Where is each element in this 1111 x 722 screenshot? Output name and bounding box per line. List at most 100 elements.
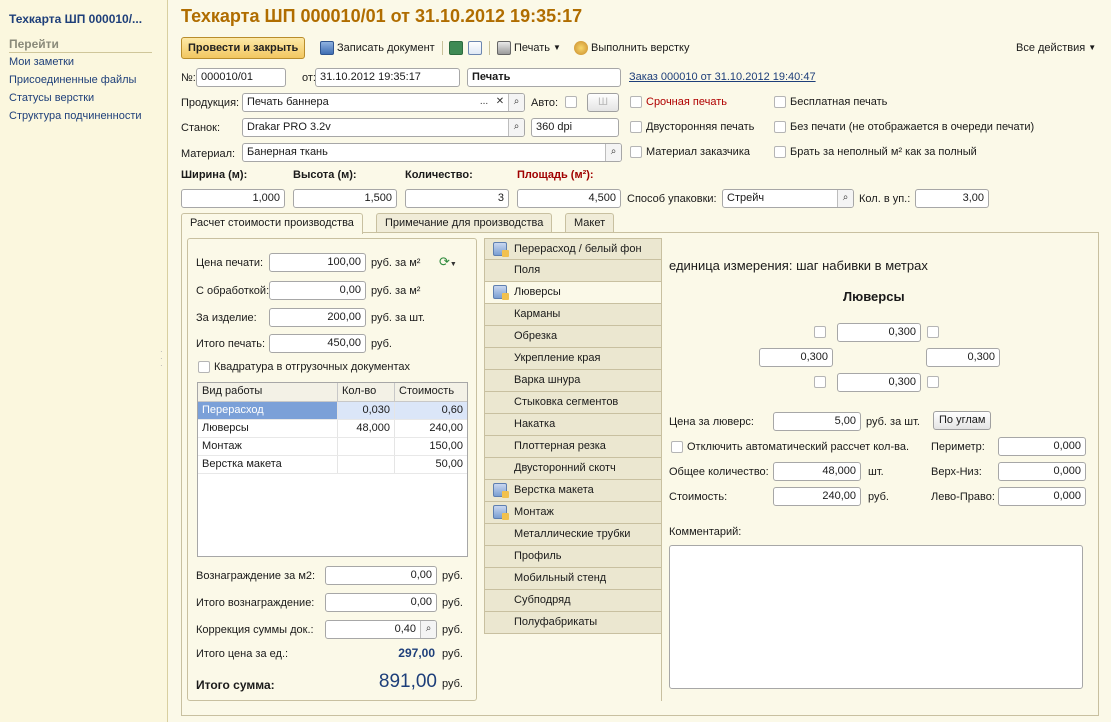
perimeter-field[interactable]: 0,000 — [998, 437, 1086, 456]
auto-checkbox[interactable] — [565, 96, 577, 108]
grommet-bottom-field[interactable]: 0,300 — [837, 373, 921, 392]
tab-cost[interactable]: Расчет стоимости производства — [181, 213, 363, 234]
pack-value: Стрейч — [727, 192, 765, 204]
top-bottom-field[interactable]: 0,000 — [998, 462, 1086, 481]
service-item[interactable]: Укрепление края — [484, 348, 662, 370]
auto-off-checkbox[interactable] — [671, 441, 683, 453]
all-actions-menu[interactable]: Все действия ▼ — [1016, 37, 1096, 59]
search-icon[interactable]: ⌕ — [605, 144, 621, 161]
qty-field[interactable]: 3 — [405, 189, 509, 208]
column-header-cost[interactable]: Стоимость — [395, 383, 467, 401]
correction-field[interactable]: 0,40 ⌕ — [325, 620, 437, 639]
corner-bottom-left-checkbox[interactable] — [814, 376, 826, 388]
service-item[interactable]: Поля — [484, 260, 662, 282]
save-document-button[interactable]: Записать документ — [320, 37, 435, 59]
sidebar-link-structure[interactable]: Структура подчиненности — [9, 110, 142, 122]
total-print-field[interactable]: 450,00 — [269, 334, 366, 353]
grommet-right-field[interactable]: 0,300 — [926, 348, 1000, 367]
service-item[interactable]: Полуфабрикаты — [484, 612, 662, 634]
works-table[interactable]: Вид работы Кол-во Стоимость Перерасход 0… — [197, 382, 468, 557]
auto-button[interactable]: Ш — [587, 93, 619, 112]
comment-textarea[interactable] — [669, 545, 1083, 689]
refresh-icon[interactable]: ⟳▼ — [439, 254, 457, 270]
search-icon[interactable]: ⌕ — [837, 190, 853, 207]
per-pack-field[interactable]: 3,00 — [915, 189, 989, 208]
service-item[interactable]: Верстка макета — [484, 480, 662, 502]
service-item[interactable]: Обрезка — [484, 326, 662, 348]
report-button[interactable] — [468, 37, 482, 59]
sidebar-link-files[interactable]: Присоединенные файлы — [9, 74, 136, 86]
per-item-field[interactable]: 200,00 — [269, 308, 366, 327]
grommet-left-field[interactable]: 0,300 — [759, 348, 833, 367]
sidebar-link-statuses[interactable]: Статусы верстки — [9, 92, 94, 104]
service-item[interactable]: Варка шнура — [484, 370, 662, 392]
area-field[interactable]: 4,500 — [517, 189, 621, 208]
sidebar-link-notes[interactable]: Мои заметки — [9, 56, 74, 68]
grommet-top-field[interactable]: 0,300 — [837, 323, 921, 342]
clear-icon[interactable]: ✕ — [492, 94, 508, 111]
material-field[interactable]: Банерная ткань ⌕ — [242, 143, 622, 162]
number-field[interactable]: 000010/01 — [196, 68, 286, 87]
sidebar-title[interactable]: Техкарта ШП 000010/... — [9, 12, 142, 26]
width-field[interactable]: 1,000 — [181, 189, 285, 208]
product-field[interactable]: Печать баннера ... ✕ ⌕ — [242, 93, 525, 112]
print-button[interactable]: Печать ▼ — [497, 37, 561, 59]
service-item[interactable]: Плоттерная резка — [484, 436, 662, 458]
service-item[interactable]: Металлические трубки — [484, 524, 662, 546]
quadrature-checkbox[interactable] — [198, 361, 210, 373]
corner-bottom-right-checkbox[interactable] — [927, 376, 939, 388]
order-link[interactable]: Заказ 000010 от 31.10.2012 19:40:47 — [629, 71, 816, 83]
by-corners-button[interactable]: По углам — [933, 411, 992, 430]
search-icon[interactable]: ⌕ — [508, 119, 524, 136]
status-field[interactable]: Печать — [467, 68, 621, 87]
search-icon[interactable]: ⌕ — [508, 94, 524, 111]
service-item[interactable]: Профиль — [484, 546, 662, 568]
table-row[interactable]: Люверсы 48,000 240,00 — [198, 420, 467, 438]
free-checkbox[interactable] — [774, 96, 786, 108]
corner-top-left-checkbox[interactable] — [814, 326, 826, 338]
search-icon[interactable]: ⌕ — [420, 621, 436, 638]
grommet-price-field[interactable]: 5,00 — [773, 412, 861, 431]
service-item[interactable]: Субподряд — [484, 590, 662, 612]
total-print-label: Итого печать: — [196, 338, 266, 350]
print-price-field[interactable]: 100,00 — [269, 253, 366, 272]
service-item[interactable]: Двусторонний скотч — [484, 458, 662, 480]
total-qty-field[interactable]: 48,000 — [773, 462, 861, 481]
tab-production-note[interactable]: Примечание для производства — [376, 213, 553, 233]
table-row[interactable]: Перерасход 0,030 0,60 — [198, 402, 467, 420]
dpi-field[interactable]: 360 dpi — [531, 118, 619, 137]
service-item[interactable]: Накатка — [484, 414, 662, 436]
service-item[interactable]: Перерасход / белый фон — [484, 238, 662, 260]
service-item[interactable]: Монтаж — [484, 502, 662, 524]
column-header-qty[interactable]: Кол-во — [338, 383, 395, 401]
customer-material-checkbox[interactable] — [630, 146, 642, 158]
reward-m2-field[interactable]: 0,00 — [325, 566, 437, 585]
height-field[interactable]: 1,500 — [293, 189, 397, 208]
date-field[interactable]: 31.10.2012 19:35:17 — [315, 68, 460, 87]
processing-field[interactable]: 0,00 — [269, 281, 366, 300]
no-print-checkbox[interactable] — [774, 121, 786, 133]
column-header-work[interactable]: Вид работы — [198, 383, 338, 401]
service-item[interactable]: Мобильный стенд — [484, 568, 662, 590]
corner-top-right-checkbox[interactable] — [927, 326, 939, 338]
grommet-cost-field[interactable]: 240,00 — [773, 487, 861, 506]
duplex-checkbox[interactable] — [630, 121, 642, 133]
tab-layout[interactable]: Макет — [565, 213, 615, 233]
do-layout-button[interactable]: Выполнить верстку — [574, 37, 689, 59]
select-ellipsis-icon[interactable]: ... — [476, 94, 492, 111]
service-item[interactable]: Карманы — [484, 304, 662, 326]
post-and-close-button[interactable]: Провести и закрыть — [181, 37, 306, 59]
partial-m2-checkbox[interactable] — [774, 146, 786, 158]
table-row[interactable]: Верстка макета 50,00 — [198, 456, 467, 474]
duplex-label: Двусторонняя печать — [646, 121, 755, 133]
total-reward-field[interactable]: 0,00 — [325, 593, 437, 612]
service-item[interactable]: Люверсы — [484, 282, 662, 304]
pack-field[interactable]: Стрейч ⌕ — [722, 189, 854, 208]
urgent-checkbox[interactable] — [630, 96, 642, 108]
resize-grip[interactable]: · · · — [160, 348, 163, 370]
left-right-field[interactable]: 0,000 — [998, 487, 1086, 506]
table-row[interactable]: Монтаж 150,00 — [198, 438, 467, 456]
structure-button[interactable] — [449, 37, 463, 59]
machine-field[interactable]: Drakar PRO 3.2v ⌕ — [242, 118, 525, 137]
service-item[interactable]: Стыковка сегментов — [484, 392, 662, 414]
